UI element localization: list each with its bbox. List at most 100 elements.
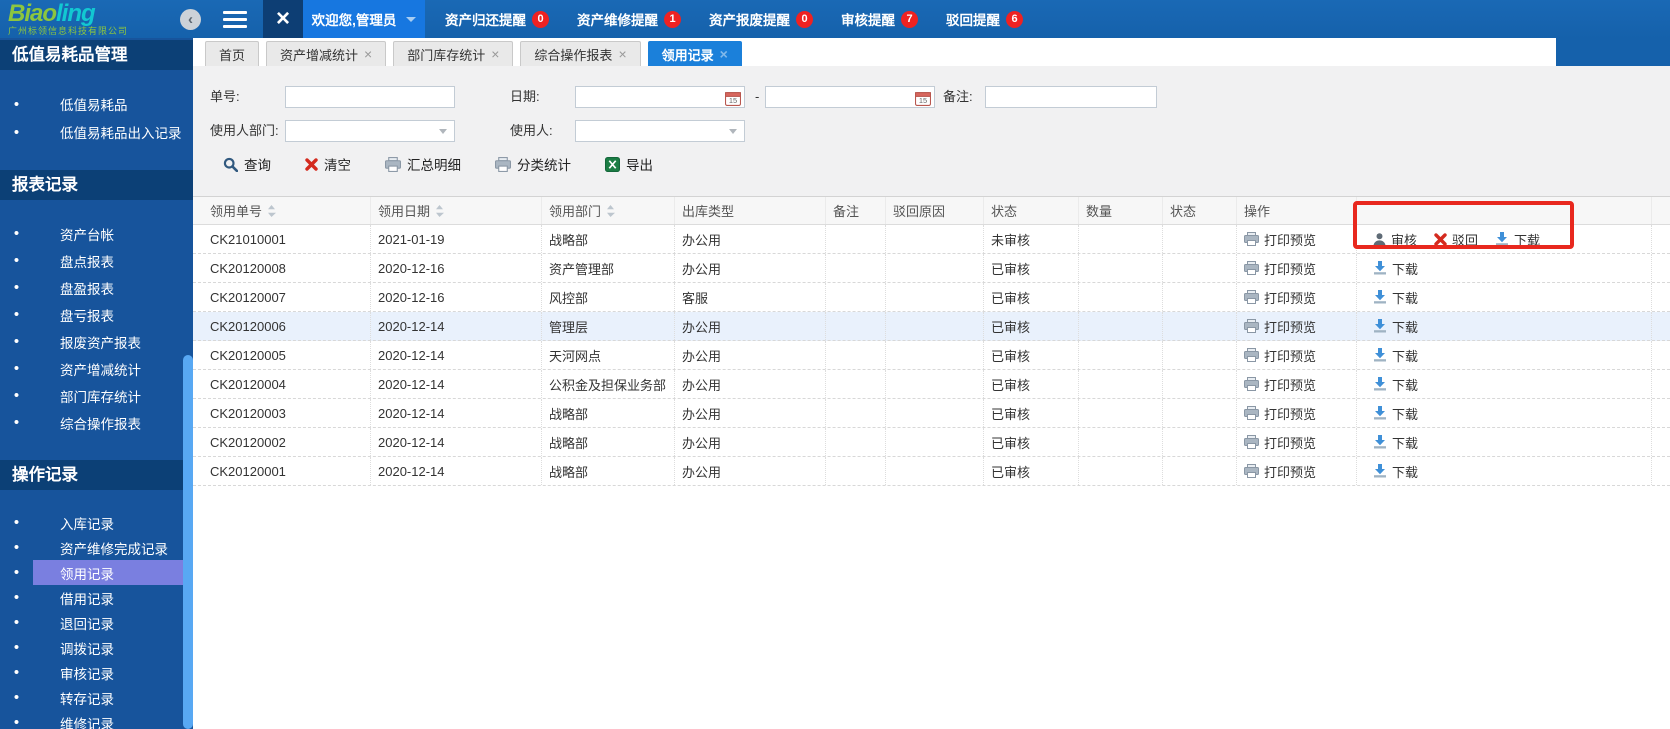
- tab-close-icon[interactable]: ×: [491, 47, 499, 61]
- download-link[interactable]: 下载: [1373, 433, 1418, 452]
- print-preview-link[interactable]: 打印预览: [1244, 288, 1316, 307]
- tab-0[interactable]: 首页: [205, 41, 260, 66]
- notification-item[interactable]: 资产维修提醒 1: [577, 9, 681, 29]
- sidebar-item[interactable]: • 审核记录: [0, 660, 193, 685]
- print-preview-link[interactable]: 打印预览: [1244, 404, 1316, 423]
- table-row[interactable]: CK20120002 2020-12-14 战略部 办公用 已审核 打印预览 下载: [193, 428, 1670, 457]
- column-header[interactable]: 驳回原因: [886, 197, 984, 224]
- cell-date: 2020-12-14: [371, 399, 542, 427]
- notification-item[interactable]: 审核提醒 7: [841, 9, 918, 29]
- sidebar-item[interactable]: • 资产台帐: [0, 220, 193, 247]
- sidebar-item[interactable]: • 调拨记录: [0, 635, 193, 660]
- calendar-icon[interactable]: 15: [725, 90, 741, 109]
- download-link[interactable]: 下载: [1495, 230, 1540, 249]
- table-row[interactable]: CK20120003 2020-12-14 战略部 办公用 已审核 打印预览 下载: [193, 399, 1670, 428]
- column-header[interactable]: 出库类型: [675, 197, 826, 224]
- collapse-sidebar-button[interactable]: ‹: [180, 8, 201, 30]
- reject-link[interactable]: 驳回: [1434, 230, 1478, 249]
- column-header[interactable]: 领用部门: [542, 197, 675, 224]
- user-select[interactable]: [575, 120, 745, 142]
- print-preview-link[interactable]: 打印预览: [1244, 433, 1316, 452]
- column-header[interactable]: 状态: [984, 197, 1079, 224]
- sidebar-scrollbar[interactable]: [183, 355, 193, 729]
- download-link[interactable]: 下载: [1373, 404, 1418, 423]
- sidebar-item[interactable]: • 综合操作报表: [0, 409, 193, 436]
- date-to-input[interactable]: 15: [765, 86, 935, 108]
- print-preview-link[interactable]: 打印预览: [1244, 230, 1316, 249]
- sidebar-item[interactable]: • 退回记录: [0, 610, 193, 635]
- download-link[interactable]: 下载: [1373, 375, 1418, 394]
- summary-detail-button[interactable]: 汇总明细: [385, 154, 461, 174]
- column-header[interactable]: 领用单号: [203, 197, 371, 224]
- sidebar-item[interactable]: • 报废资产报表: [0, 328, 193, 355]
- tab-1[interactable]: 资产增减统计 ×: [266, 41, 387, 66]
- cell-dept: 公积金及担保业务部: [542, 370, 675, 398]
- menu-icon[interactable]: [223, 10, 247, 28]
- clear-button[interactable]: 清空: [305, 154, 351, 174]
- table-row[interactable]: CK20120007 2020-12-16 风控部 客服 已审核 打印预览 下载: [193, 283, 1670, 312]
- table-row[interactable]: CK20120001 2020-12-14 战略部 办公用 已审核 打印预览 下载: [193, 457, 1670, 486]
- close-button[interactable]: ×: [263, 0, 303, 38]
- sidebar-item[interactable]: • 领用记录: [0, 560, 193, 585]
- table-row[interactable]: CK20120008 2020-12-16 资产管理部 办公用 已审核 打印预览 下载: [193, 254, 1670, 283]
- download-link[interactable]: 下载: [1373, 259, 1418, 278]
- search-button[interactable]: 查询: [223, 154, 271, 174]
- sidebar-item[interactable]: • 低值易耗品: [0, 90, 193, 118]
- category-stats-button[interactable]: 分类统计: [495, 154, 571, 174]
- tab-close-icon[interactable]: ×: [364, 47, 372, 61]
- notification-item[interactable]: 资产报废提醒 0: [709, 9, 813, 29]
- sidebar-item[interactable]: • 入库记录: [0, 510, 193, 535]
- tab-close-icon[interactable]: ×: [720, 47, 728, 61]
- sort-icon[interactable]: [435, 204, 445, 217]
- column-header[interactable]: 操作: [1237, 197, 1357, 224]
- print-preview-link[interactable]: 打印预览: [1244, 346, 1316, 365]
- sidebar-item[interactable]: • 盘点报表: [0, 247, 193, 274]
- sidebar-item[interactable]: • 维修记录: [0, 710, 193, 729]
- print-preview-link[interactable]: 打印预览: [1244, 462, 1316, 481]
- print-preview-link[interactable]: 打印预览: [1244, 259, 1316, 278]
- export-button[interactable]: 导出: [605, 154, 653, 174]
- sidebar-item[interactable]: • 盘亏报表: [0, 301, 193, 328]
- tab-close-icon[interactable]: ×: [618, 47, 626, 61]
- tab-4[interactable]: 领用记录 ×: [647, 41, 742, 66]
- table-row[interactable]: CK20120005 2020-12-14 天河网点 办公用 已审核 打印预览 下载: [193, 341, 1670, 370]
- sort-icon[interactable]: [606, 204, 616, 217]
- sidebar-item[interactable]: • 借用记录: [0, 585, 193, 610]
- user-menu[interactable]: 欢迎您,管理员: [303, 0, 425, 38]
- order-no-input[interactable]: [285, 86, 455, 108]
- sidebar-item[interactable]: • 转存记录: [0, 685, 193, 710]
- sidebar-item[interactable]: • 盘盈报表: [0, 274, 193, 301]
- notification-item[interactable]: 资产归还提醒 0: [445, 9, 549, 29]
- column-header[interactable]: 状态: [1163, 197, 1237, 224]
- download-link[interactable]: 下载: [1373, 462, 1418, 481]
- clear-x-icon: [305, 157, 318, 171]
- print-preview-link[interactable]: 打印预览: [1244, 317, 1316, 336]
- download-link[interactable]: 下载: [1373, 288, 1418, 307]
- sidebar-section-title[interactable]: 操作记录: [0, 460, 193, 490]
- notification-item[interactable]: 驳回提醒 6: [946, 9, 1023, 29]
- table-row[interactable]: CK20120006 2020-12-14 管理层 办公用 已审核 打印预览 下载: [193, 312, 1670, 341]
- audit-link[interactable]: 审核: [1373, 230, 1417, 249]
- remark-input[interactable]: [985, 86, 1157, 108]
- tab-2[interactable]: 部门库存统计 ×: [393, 41, 514, 66]
- print-preview-link[interactable]: 打印预览: [1244, 375, 1316, 394]
- sidebar-item[interactable]: • 部门库存统计: [0, 382, 193, 409]
- download-link[interactable]: 下载: [1373, 317, 1418, 336]
- column-header[interactable]: 数量: [1079, 197, 1163, 224]
- sidebar-section-title[interactable]: 低值易耗品管理: [0, 40, 193, 70]
- download-link[interactable]: 下载: [1373, 346, 1418, 365]
- column-header[interactable]: 备注: [826, 197, 886, 224]
- date-from-input[interactable]: 15: [575, 86, 745, 108]
- user-dept-select[interactable]: [285, 120, 455, 142]
- column-header[interactable]: 领用日期: [371, 197, 542, 224]
- tab-3[interactable]: 综合操作报表 ×: [520, 41, 641, 66]
- calendar-icon[interactable]: 15: [915, 90, 931, 109]
- column-header[interactable]: [1357, 197, 1652, 224]
- sidebar-item[interactable]: • 低值易耗品出入记录: [0, 118, 193, 146]
- sidebar-item[interactable]: • 资产增减统计: [0, 355, 193, 382]
- table-row[interactable]: CK20120004 2020-12-14 公积金及担保业务部 办公用 已审核 打印预览 下…: [193, 370, 1670, 399]
- sidebar-item[interactable]: • 资产维修完成记录: [0, 535, 193, 560]
- table-row[interactable]: CK21010001 2021-01-19 战略部 办公用 未审核 打印预览 审核 驳回 下载: [193, 225, 1670, 254]
- sort-icon[interactable]: [267, 204, 277, 217]
- sidebar-section-title[interactable]: 报表记录: [0, 170, 193, 200]
